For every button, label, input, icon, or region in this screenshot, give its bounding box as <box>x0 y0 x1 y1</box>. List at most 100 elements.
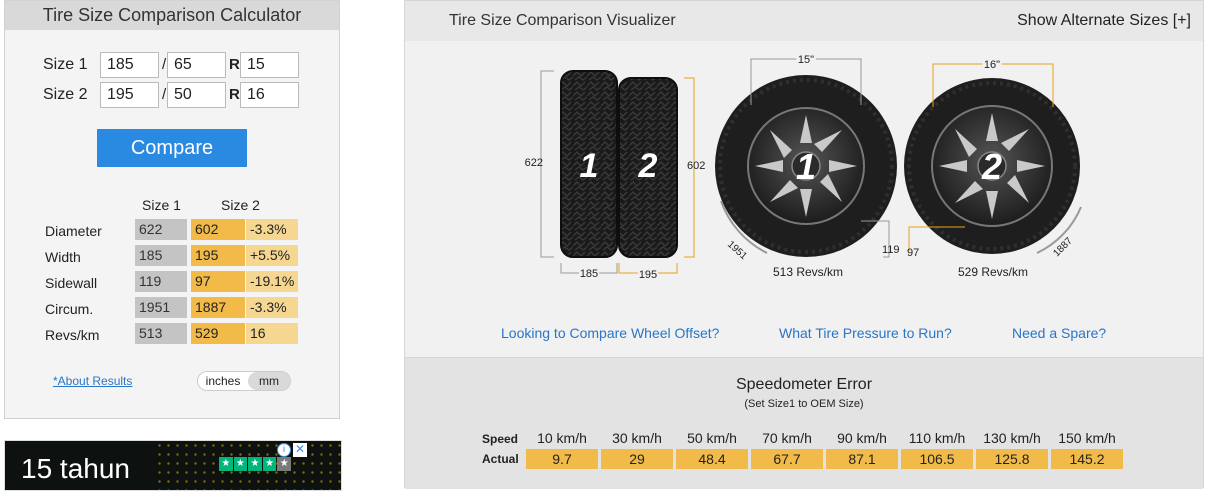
calculator-panel: Tire Size Comparison Calculator Size 1 /… <box>4 0 340 419</box>
results-size2-value: 1887 <box>191 297 245 318</box>
results-size2-value: 195 <box>191 245 245 266</box>
unit-toggle[interactable]: inches mm <box>197 371 291 391</box>
wheel-2-rim-label: 16" <box>984 59 1000 71</box>
results-row: Width 185 195 +5.5% <box>5 245 341 267</box>
tread-tire-2-number: 2 <box>638 147 658 185</box>
results-diff-value: -3.3% <box>246 219 298 240</box>
need-a-spare-link[interactable]: Need a Spare? <box>1012 325 1106 341</box>
size2-slash: / <box>162 86 167 103</box>
results-row-label: Sidewall <box>45 275 98 291</box>
actual-speed-value: 87.1 <box>826 449 898 469</box>
show-alternate-sizes-link[interactable]: Show Alternate Sizes [+] <box>1017 12 1191 30</box>
results-row-label: Width <box>45 249 81 265</box>
results-row: Diameter 622 602 -3.3% <box>5 219 341 241</box>
ad-text: 15 tahun <box>21 453 130 484</box>
results-header-size1: Size 1 <box>142 197 181 213</box>
tire-1-height-label: 622 <box>525 157 543 169</box>
actual-speed-value: 145.2 <box>1051 449 1123 469</box>
compare-button[interactable]: Compare <box>97 129 247 167</box>
results-row: Sidewall 119 97 -19.1% <box>5 271 341 293</box>
wheel-2-circ-label: 1887 <box>1051 235 1075 259</box>
speed-value: 130 km/h <box>983 430 1041 446</box>
speed-row-label: Speed <box>482 432 519 446</box>
results-size1-value: 513 <box>135 323 187 344</box>
speed-value: 10 km/h <box>537 430 587 446</box>
unit-inches-option[interactable]: inches <box>198 372 248 390</box>
speed-value: 30 km/h <box>612 430 662 446</box>
calculator-title: Tire Size Comparison Calculator <box>5 1 339 30</box>
size1-label: Size 1 <box>43 56 88 73</box>
speedometer-title: Speedometer Error <box>735 376 873 393</box>
results-size1-value: 185 <box>135 245 187 266</box>
size1-rim-prefix: R <box>229 56 240 73</box>
results-row-label: Revs/km <box>45 327 100 343</box>
size2-aspect-input[interactable] <box>167 82 226 108</box>
visualizer-title: Tire Size Comparison Visualizer <box>449 12 676 29</box>
size1-aspect-input[interactable] <box>167 52 226 78</box>
results-row: Circum. 1951 1887 -3.3% <box>5 297 341 319</box>
wheel-2-revs-label: 529 Revs/km <box>958 265 1028 279</box>
size1-rim-input[interactable] <box>240 52 299 78</box>
results-row-label: Diameter <box>45 223 102 239</box>
actual-speed-value: 9.7 <box>526 449 598 469</box>
tread-tire-1-number: 1 <box>580 147 599 185</box>
wheel-1-number: 1 <box>796 146 816 187</box>
size2-rim-input[interactable] <box>240 82 299 108</box>
speed-value: 150 km/h <box>1058 430 1116 446</box>
wheel-2-sidewall-label: 97 <box>907 247 919 259</box>
size2-label: Size 2 <box>43 86 88 103</box>
star-icon: ★ <box>262 457 277 471</box>
star-icon: ★ <box>233 457 248 471</box>
wheel-1-sidewall-label: 119 <box>882 244 900 256</box>
visualizer-panel: Tire Size Comparison Visualizer Show Alt… <box>404 0 1204 489</box>
speedometer-error-section: Speedometer Error (Set Size1 to OEM Size… <box>405 357 1203 489</box>
actual-speed-value: 106.5 <box>901 449 973 469</box>
tread-tire-1: 1 <box>560 70 618 258</box>
actual-speed-value: 125.8 <box>976 449 1048 469</box>
results-size1-value: 622 <box>135 219 187 240</box>
close-icon[interactable]: ✕ <box>293 443 307 457</box>
results-header-size2: Size 2 <box>221 197 260 213</box>
results-diff-value: -3.3% <box>246 297 298 318</box>
results-diff-value: 16 <box>246 323 298 344</box>
tire-pressure-link[interactable]: What Tire Pressure to Run? <box>779 325 952 341</box>
speedometer-subtitle: (Set Size1 to OEM Size) <box>744 398 864 410</box>
tread-tire-2: 2 <box>618 77 678 258</box>
advertisement[interactable]: 15 tahun ★ ★ ★ ★ ★ i ✕ <box>4 440 342 491</box>
tire-visualization: 1 2 622 602 185 195 1 15" 119 1951 513 R… <box>525 52 1082 283</box>
size2-rim-prefix: R <box>229 86 240 103</box>
results-row-label: Circum. <box>45 301 94 317</box>
star-icon: ★ <box>248 457 262 471</box>
wheel-1: 1 <box>715 75 897 257</box>
size2-row: Size 2 / R <box>5 82 341 108</box>
tire-2-height-label: 602 <box>687 160 705 172</box>
size2-width-input[interactable] <box>100 82 159 108</box>
wheel-1-revs-label: 513 Revs/km <box>773 265 843 279</box>
results-diff-value: +5.5% <box>246 245 298 266</box>
actual-speed-value: 48.4 <box>676 449 748 469</box>
size1-slash: / <box>162 56 167 73</box>
wheel-1-rim-label: 15" <box>798 54 814 66</box>
actual-speed-value: 29 <box>601 449 673 469</box>
results-size1-value: 1951 <box>135 297 187 318</box>
about-results-link[interactable]: *About Results <box>53 374 132 388</box>
visualizer-header: Tire Size Comparison Visualizer Show Alt… <box>405 1 1203 41</box>
compare-wheel-offset-link[interactable]: Looking to Compare Wheel Offset? <box>501 325 719 341</box>
results-size2-value: 97 <box>191 271 245 292</box>
size1-row: Size 1 / R <box>5 52 341 78</box>
actual-row-label: Actual <box>482 452 519 466</box>
actual-speed-value: 67.7 <box>751 449 823 469</box>
ad-rating-stars: ★ ★ ★ ★ ★ <box>219 457 291 471</box>
tire-1-width-label: 185 <box>580 268 598 280</box>
wheel-2: 2 <box>904 78 1080 254</box>
results-diff-value: -19.1% <box>246 271 298 292</box>
speed-value: 70 km/h <box>762 430 812 446</box>
unit-mm-option[interactable]: mm <box>248 372 290 390</box>
speed-value: 110 km/h <box>908 430 966 446</box>
size1-width-input[interactable] <box>100 52 159 78</box>
results-size2-value: 602 <box>191 219 245 240</box>
results-size2-value: 529 <box>191 323 245 344</box>
wheel-1-circ-label: 1951 <box>725 239 749 262</box>
info-icon[interactable]: i <box>277 443 291 457</box>
page: Tire Size Comparison Calculator Size 1 /… <box>0 0 1216 491</box>
